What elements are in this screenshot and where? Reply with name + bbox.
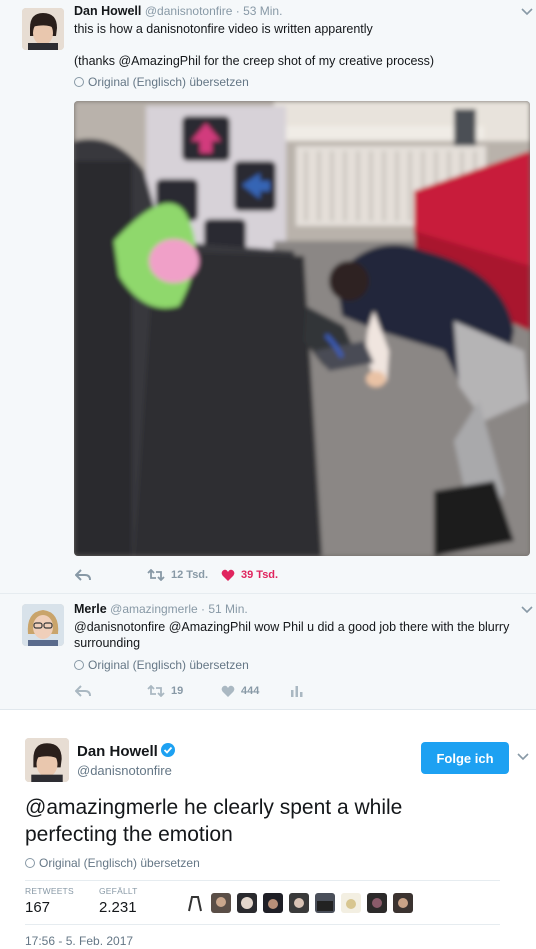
liker-avatar[interactable]	[367, 893, 387, 913]
avatar[interactable]	[22, 8, 64, 50]
translate-label: Original (Englisch) übersetzen	[88, 658, 249, 672]
translate-link[interactable]: Original (Englisch) übersetzen	[74, 75, 249, 89]
chevron-down-icon[interactable]	[517, 753, 529, 761]
liker-avatar[interactable]	[211, 893, 231, 913]
retweet-icon	[147, 685, 165, 697]
globe-icon	[25, 858, 35, 868]
like-count: 444	[241, 685, 260, 697]
tweet-merle-reply[interactable]: Merle @amazingmerle · 51 Min. @danisnoto…	[0, 594, 536, 710]
author-name[interactable]: Dan Howell	[77, 743, 175, 760]
translate-label: Original (Englisch) übersetzen	[39, 856, 200, 870]
liker-avatar[interactable]	[393, 893, 413, 913]
author-name[interactable]: Dan Howell	[74, 4, 141, 18]
heart-icon	[221, 569, 235, 581]
reply-button[interactable]	[75, 566, 97, 584]
tweet-actions: 12 Tsd. 39 Tsd.	[75, 566, 515, 584]
liker-avatar[interactable]	[263, 893, 283, 913]
chevron-down-icon[interactable]	[521, 606, 533, 614]
reply-icon	[75, 685, 91, 697]
tweet-text-line1: this is how a danisnotonfire video is wr…	[74, 22, 373, 36]
retweet-button[interactable]: 12 Tsd.	[147, 566, 208, 584]
handle-time: @danisnotonfire · 53 Min.	[144, 4, 283, 18]
author-name[interactable]: Merle	[74, 602, 107, 616]
author-line[interactable]: Dan Howell @danisnotonfire · 53 Min.	[74, 4, 282, 18]
liker-avatar[interactable]	[237, 893, 257, 913]
translate-link[interactable]: Original (Englisch) übersetzen	[74, 658, 249, 672]
author-name-text[interactable]: Dan Howell	[77, 743, 158, 760]
like-button[interactable]: 444	[221, 682, 259, 700]
globe-icon	[74, 77, 84, 87]
tweet-text: @danisnotonfire @AmazingPhil wow Phil u …	[74, 620, 510, 650]
retweets-label[interactable]: RETWEETS	[25, 886, 74, 896]
liker-avatar[interactable]	[289, 893, 309, 913]
likes-label[interactable]: GEFÄLLT	[99, 886, 138, 896]
translate-label: Original (Englisch) übersetzen	[88, 75, 249, 89]
retweet-count: 19	[171, 685, 184, 697]
likes-count[interactable]: 2.231	[99, 899, 137, 916]
author-line[interactable]: Merle @amazingmerle · 51 Min.	[74, 602, 248, 616]
avatar[interactable]	[22, 604, 64, 646]
author-handle[interactable]: @danisnotonfire	[77, 763, 172, 778]
avatar[interactable]	[25, 738, 69, 782]
liker-avatar[interactable]	[185, 893, 205, 913]
reply-button[interactable]	[75, 682, 97, 700]
tweet-timestamp[interactable]: 17:56 - 5. Feb. 2017	[25, 934, 133, 948]
analytics-button[interactable]	[291, 682, 309, 700]
retweet-count: 12 Tsd.	[171, 569, 209, 581]
stats-divider	[25, 924, 500, 925]
tweet-dan-photo[interactable]: Dan Howell @danisnotonfire · 53 Min. thi…	[0, 0, 536, 594]
tweet-text-line2: (thanks @AmazingPhil for the creep shot …	[74, 54, 435, 68]
like-count: 39 Tsd.	[241, 569, 279, 581]
verified-badge-icon	[160, 743, 175, 757]
reply-icon	[75, 569, 91, 581]
tweet-photo[interactable]	[74, 101, 530, 556]
handle-time: @amazingmerle · 51 Min.	[110, 602, 248, 616]
heart-icon	[221, 685, 235, 697]
retweet-button[interactable]: 19	[147, 682, 183, 700]
chevron-down-icon[interactable]	[521, 8, 533, 16]
liker-avatar[interactable]	[341, 893, 361, 913]
retweet-icon	[147, 569, 165, 581]
retweets-count[interactable]: 167	[25, 899, 50, 916]
like-button[interactable]: 39 Tsd.	[221, 566, 278, 584]
tweet-text: @amazingmerle he clearly spent a while p…	[25, 796, 403, 846]
stats-divider	[25, 880, 500, 881]
following-button[interactable]: Folge ich	[421, 742, 509, 774]
liker-avatar[interactable]	[315, 893, 335, 913]
globe-icon	[74, 660, 84, 670]
analytics-icon	[291, 686, 303, 697]
tweet-actions: 19 444	[75, 682, 515, 700]
translate-link[interactable]: Original (Englisch) übersetzen	[25, 856, 200, 870]
